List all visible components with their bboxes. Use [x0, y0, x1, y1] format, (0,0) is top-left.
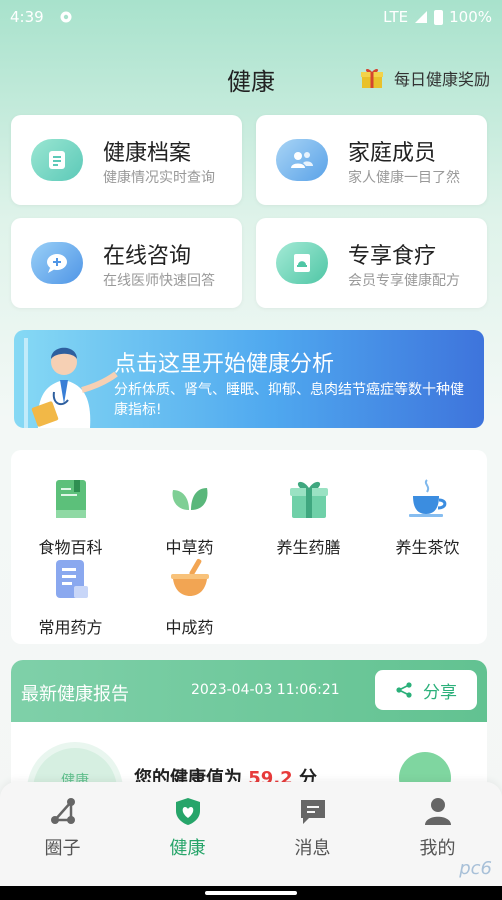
page-header: 健康 每日健康奖励: [0, 58, 502, 98]
category-food-encyclopedia[interactable]: 食物百科: [11, 476, 130, 558]
card-health-record[interactable]: 健康档案 健康情况实时查询: [11, 115, 242, 205]
category-label: 食物百科: [38, 538, 103, 557]
category-label: 养生茶饮: [395, 538, 460, 557]
nav-label: 消息: [294, 838, 331, 859]
category-label: 常用药方: [38, 618, 103, 637]
banner-description: 分析体质、肾气、睡眠、抑郁、息肉结节癌症等数十种健康指标!: [114, 382, 464, 418]
share-label: 分享: [423, 682, 457, 703]
green-book-icon: [55, 480, 86, 518]
mortar-bowl-icon: [170, 558, 209, 596]
category-label: 中成药: [165, 618, 214, 637]
nav-health[interactable]: 健康: [125, 796, 250, 860]
card-subtitle: 会员专享健康配方: [348, 273, 460, 289]
report-title: 最新健康报告: [21, 684, 129, 705]
category-common-prescriptions[interactable]: 常用药方: [11, 556, 130, 638]
status-bar: 4:39 LTE 100%: [0, 0, 502, 34]
report-header: 最新健康报告 2023-04-03 11:06:21 分享: [11, 660, 487, 722]
nav-messages[interactable]: 消息: [250, 796, 375, 860]
battery-icon: [434, 9, 444, 25]
share-nodes-icon: [50, 798, 75, 824]
prescription-icon: [55, 560, 88, 598]
card-family-members[interactable]: 家庭成员 家人健康一目了然: [256, 115, 487, 205]
card-online-consult[interactable]: 在线咨询 在线医师快速回答: [11, 218, 242, 308]
share-button[interactable]: 分享: [375, 670, 477, 710]
gift-icon: [360, 68, 383, 88]
card-title: 在线咨询: [103, 244, 192, 269]
card-title: 专享食疗: [348, 244, 437, 269]
gift-box-icon: [289, 481, 328, 518]
people-icon: [276, 139, 328, 181]
watermark: pc6: [459, 858, 492, 879]
book-icon: [276, 242, 328, 284]
bottom-navigation: 圈子 健康 消息 我的: [0, 782, 502, 886]
share-icon: [396, 682, 412, 698]
category-grid: 食物百科 中草药 养生药膳 养生茶饮 常用药方 中成药: [11, 450, 487, 644]
category-herbal-medicine[interactable]: 中草药: [130, 476, 249, 558]
nav-label: 圈子: [44, 838, 81, 859]
nav-label: 我的: [419, 838, 456, 859]
status-time: 4:39: [10, 8, 44, 26]
card-subtitle: 家人健康一目了然: [348, 170, 460, 186]
category-chinese-patent-medicine[interactable]: 中成药: [130, 556, 249, 638]
category-herbal-tea[interactable]: 养生茶饮: [368, 476, 487, 558]
doctor-illustration: [24, 338, 118, 428]
category-medicinal-diet[interactable]: 养生药膳: [249, 476, 368, 558]
network-label: LTE: [383, 8, 409, 26]
nav-label: 健康: [169, 838, 206, 859]
file-icon: [31, 139, 83, 181]
health-analysis-banner[interactable]: 点击这里开始健康分析 分析体质、肾气、睡眠、抑郁、息肉结节癌症等数十种健康指标!: [14, 330, 484, 428]
category-label: 中草药: [165, 538, 214, 557]
nav-profile[interactable]: 我的: [375, 796, 500, 860]
card-subtitle: 在线医师快速回答: [103, 273, 215, 289]
leaves-icon: [172, 488, 207, 510]
tea-cup-icon: [408, 479, 446, 517]
category-label: 养生药膳: [276, 538, 341, 557]
card-title: 健康档案: [103, 141, 192, 166]
nav-circle[interactable]: 圈子: [0, 796, 125, 860]
daily-reward-label: 每日健康奖励: [393, 70, 490, 89]
battery-level: 100%: [449, 8, 492, 26]
message-icon: [300, 800, 325, 824]
gear-icon: [60, 11, 72, 23]
person-icon: [424, 798, 451, 825]
card-subtitle: 健康情况实时查询: [103, 170, 215, 186]
report-date: 2023-04-03 11:06:21: [191, 682, 340, 698]
banner-title: 点击这里开始健康分析: [114, 352, 335, 377]
chat-icon: [31, 242, 83, 284]
card-title: 家庭成员: [348, 141, 437, 166]
home-indicator[interactable]: [205, 891, 297, 895]
shield-heart-icon: [175, 798, 200, 825]
daily-reward-link[interactable]: 每日健康奖励: [360, 66, 490, 90]
signal-icon: [415, 11, 428, 23]
card-exclusive-diet[interactable]: 专享食疗 会员专享健康配方: [256, 218, 487, 308]
